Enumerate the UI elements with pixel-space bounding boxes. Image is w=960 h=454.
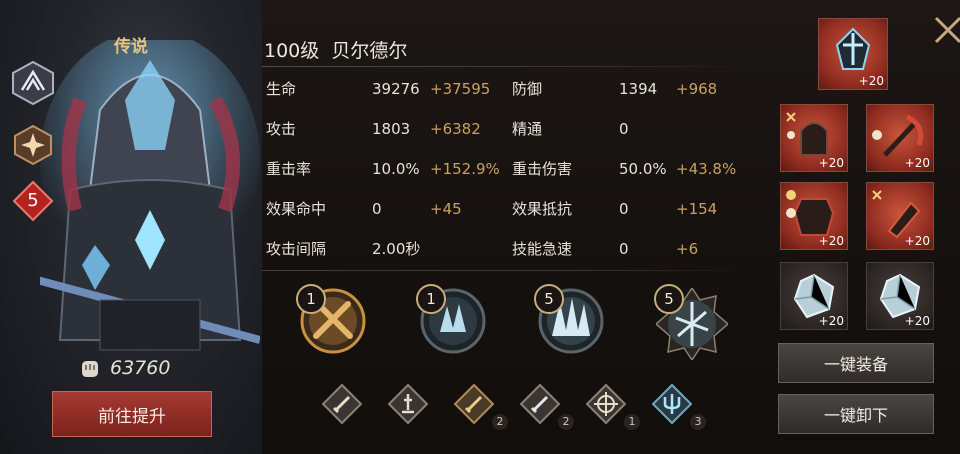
unequip-all-button[interactable]: 一键卸下 (778, 394, 934, 434)
equip-slot-armor[interactable]: +20 (780, 182, 848, 250)
stat-name: 技能急速 (512, 240, 573, 258)
equip-slot-crystal-2[interactable]: +20 (866, 262, 934, 330)
power-value: 63760 (110, 357, 171, 379)
stat-base: 1803 (372, 120, 411, 138)
stats-table: 生命 39276 +37595 防御 1394 +968 攻击 1803 +63… (266, 78, 766, 278)
stat-row: 重击率 10.0% +152.9% 重击伤害 50.0% +43.8% (266, 158, 766, 198)
stat-bonus: +154 (676, 200, 718, 218)
dagger-rune-icon[interactable] (454, 384, 494, 424)
rarity-label: 传说 (114, 37, 148, 57)
rune-count: 1 (624, 414, 640, 430)
stat-bonus: +968 (676, 80, 718, 98)
stat-row: 生命 39276 +37595 防御 1394 +968 (266, 78, 766, 118)
level-badge: 5 (12, 180, 54, 222)
equip-level: +20 (904, 234, 930, 248)
divider (262, 66, 750, 67)
skill-level: 1 (416, 284, 446, 314)
equip-level: +20 (818, 234, 844, 248)
level-badge-text: 5 (27, 190, 39, 211)
divider (262, 270, 750, 271)
stat-bonus: +45 (430, 200, 462, 218)
stat-bonus: +37595 (430, 80, 491, 98)
stat-bonus: +43.8% (676, 160, 737, 178)
stat-base: 50.0% (619, 160, 667, 178)
power-display: 63760 (78, 354, 170, 382)
stat-row: 效果命中 0 +45 效果抵抗 0 +154 (266, 198, 766, 238)
equip-slot-gloves[interactable]: +20 (866, 182, 934, 250)
stat-row: 攻击 1803 +6382 精通 0 (266, 118, 766, 158)
stat-name: 效果抵抗 (512, 200, 573, 218)
trident-rune-icon[interactable] (652, 384, 692, 424)
stat-name: 攻击间隔 (266, 240, 327, 258)
goto-upgrade-button[interactable]: 前往提升 (52, 391, 212, 437)
equip-level: +20 (858, 74, 884, 88)
equip-level: +20 (904, 314, 930, 328)
stat-base: 1394 (619, 80, 658, 98)
class-icon[interactable] (10, 60, 56, 106)
element-icon[interactable] (12, 124, 54, 166)
stat-name: 精通 (512, 120, 543, 138)
rune-count: 2 (558, 414, 574, 430)
hero-title: 100级 贝尔德尔 (264, 40, 408, 62)
equip-level: +20 (818, 156, 844, 170)
skill-level: 5 (534, 284, 564, 314)
equip-level: +20 (904, 156, 930, 170)
close-icon[interactable] (930, 8, 960, 52)
equip-all-button[interactable]: 一键装备 (778, 343, 934, 383)
equip-slot-crest[interactable]: +20 (818, 18, 888, 90)
sword-rune-icon[interactable] (322, 384, 362, 424)
stat-base: 0 (372, 200, 382, 218)
hero-portrait (40, 40, 260, 351)
stat-base: 0 (619, 240, 629, 258)
stat-bonus: +6 (676, 240, 699, 258)
stat-name: 效果命中 (266, 200, 327, 218)
equip-slot-weapon[interactable]: +20 (866, 104, 934, 172)
stat-name: 攻击 (266, 120, 297, 138)
stat-base: 0 (619, 120, 629, 138)
fist-icon (82, 361, 98, 377)
skill-level: 1 (296, 284, 326, 314)
stat-base: 39276 (372, 80, 420, 98)
equip-slot-helmet[interactable]: +20 (780, 104, 848, 172)
crosshair-rune-icon[interactable] (586, 384, 626, 424)
stat-name: 重击伤害 (512, 160, 573, 178)
hero-panel: 传说 5 63760 (0, 0, 262, 454)
altar-rune-icon[interactable] (388, 384, 428, 424)
rune-count: 3 (690, 414, 706, 430)
stat-name: 重击率 (266, 160, 312, 178)
stat-base: 10.0% (372, 160, 420, 178)
stat-bonus: +6382 (430, 120, 481, 138)
stat-row: 攻击间隔 2.00秒 技能急速 0 +6 (266, 238, 766, 278)
stat-name: 防御 (512, 80, 543, 98)
blade-rune-icon[interactable] (520, 384, 560, 424)
equip-level: +20 (818, 314, 844, 328)
skill-level: 5 (654, 284, 684, 314)
stat-base: 2.00秒 (372, 240, 421, 258)
stat-name: 生命 (266, 80, 297, 98)
stat-base: 0 (619, 200, 629, 218)
stat-bonus: +152.9% (430, 160, 500, 178)
equip-slot-crystal-1[interactable]: +20 (780, 262, 848, 330)
rune-count: 2 (492, 414, 508, 430)
